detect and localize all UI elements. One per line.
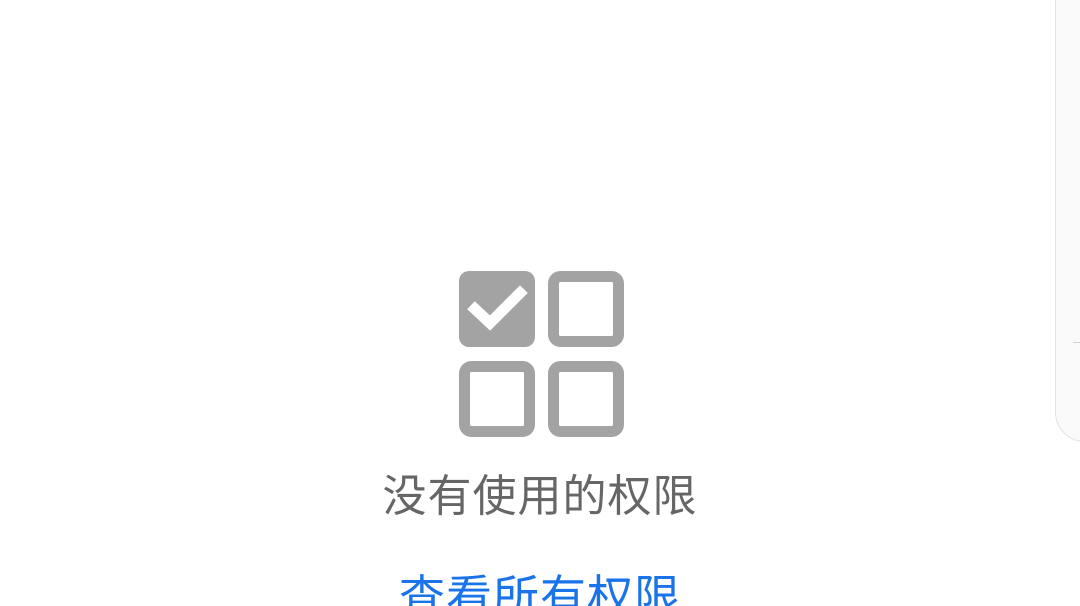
empty-state-message: 没有使用的权限: [382, 471, 698, 522]
side-drawer-edge[interactable]: [1055, 0, 1080, 442]
screen: 没有使用的权限 查看所有权限: [0, 0, 1080, 606]
empty-box-icon: [548, 361, 624, 437]
view-all-permissions-link[interactable]: 查看所有权限: [0, 568, 1080, 606]
empty-box-icon: [459, 361, 535, 437]
empty-box-icon: [548, 271, 624, 347]
drawer-divider: [1073, 342, 1080, 343]
permissions-grid-icon: [459, 271, 624, 437]
